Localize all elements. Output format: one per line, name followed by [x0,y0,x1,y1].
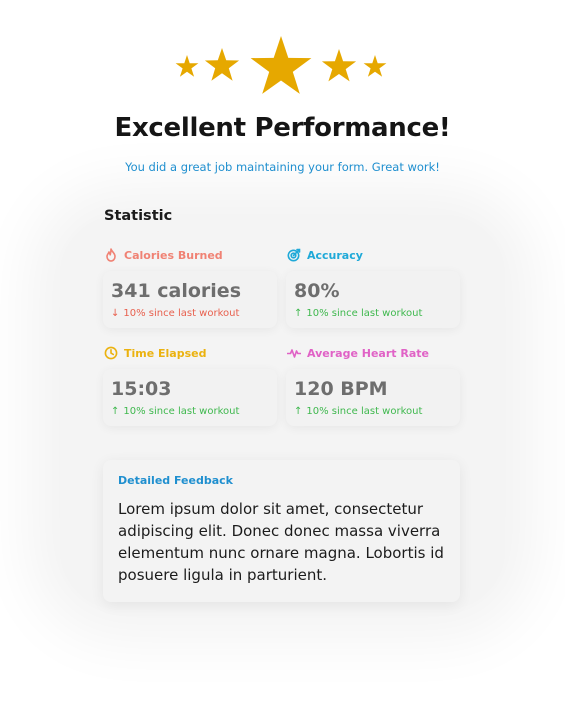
time-elapsed-label: Time Elapsed [104,346,207,360]
heart-rate-value: 120 BPM [294,378,388,400]
page-title: Excellent Performance! [114,113,451,143]
accuracy-value: 80% [294,280,340,302]
time-elapsed-value: 15:03 [111,378,172,400]
accuracy-delta-text: 10% since last workout [306,308,423,319]
heart-rate-label-text: Average Heart Rate [307,346,429,360]
page-subtitle: You did a great job maintaining your for… [125,160,440,174]
star-icon [250,36,312,94]
time-elapsed-delta-text: 10% since last workout [123,406,240,417]
star-rating [175,36,387,94]
statistic-heading: Statistic [104,208,173,224]
calories-card: 341 calories ↓ 10% since last workout [103,271,277,328]
star-icon [175,55,199,77]
star-icon [204,48,240,81]
target-icon [287,248,301,262]
calories-value: 341 calories [111,280,242,302]
heart-rate-delta: ↑ 10% since last workout [294,406,422,417]
flame-icon [106,248,116,262]
heart-rate-card: 120 BPM ↑ 10% since last workout [286,369,460,426]
heart-rate-delta-text: 10% since last workout [306,406,423,417]
star-icon [363,55,387,77]
time-elapsed-label-text: Time Elapsed [124,346,207,360]
time-elapsed-delta: ↑ 10% since last workout [111,406,239,417]
calories-delta: ↓ 10% since last workout [111,308,239,319]
time-elapsed-card: 15:03 ↑ 10% since last workout [103,369,277,426]
arrow-down-icon: ↓ [111,308,120,319]
star-icon [321,49,357,82]
feedback-text: Lorem ipsum dolor sit amet, consectetur … [118,500,444,584]
accuracy-label: Accuracy [287,248,363,262]
accuracy-label-text: Accuracy [307,248,363,262]
arrow-up-icon: ↑ [294,308,303,319]
arrow-up-icon: ↑ [111,406,120,417]
arrow-up-icon: ↑ [294,406,303,417]
feedback-label: Detailed Feedback [118,474,233,487]
accuracy-delta: ↑ 10% since last workout [294,308,422,319]
calories-label: Calories Burned [104,248,223,262]
clock-icon [104,346,118,360]
calories-delta-text: 10% since last workout [123,308,240,319]
feedback-card: Detailed Feedback Lorem ipsum dolor sit … [103,460,460,602]
heart-rate-label: Average Heart Rate [287,346,429,360]
heartbeat-icon [287,349,301,358]
accuracy-card: 80% ↑ 10% since last workout [286,271,460,328]
calories-label-text: Calories Burned [124,248,223,262]
